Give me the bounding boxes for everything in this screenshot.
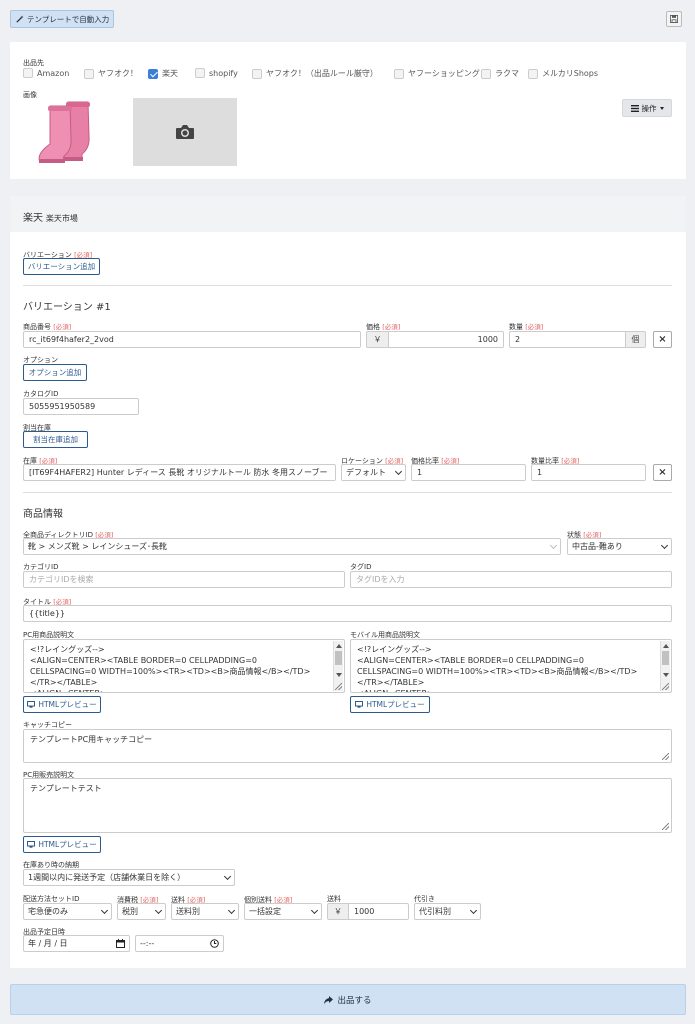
category-search-input[interactable]: カテゴリIDを検索 bbox=[23, 571, 345, 588]
product-image-boots[interactable] bbox=[28, 98, 120, 166]
shipfee-select[interactable]: 送料別 bbox=[171, 903, 239, 920]
checkbox-checked[interactable] bbox=[148, 68, 158, 79]
chevron-down-icon bbox=[154, 906, 163, 914]
title-input[interactable]: {{title}} bbox=[23, 605, 672, 622]
chevron-down-icon bbox=[100, 906, 109, 914]
currency-addon: ￥ bbox=[366, 331, 389, 348]
marketplace-shopify[interactable]: shopify bbox=[195, 68, 238, 78]
pc-desc-textarea[interactable]: <!?レイングッズ--> <ALIGN=CENTER><TABLE BORDER… bbox=[23, 639, 345, 693]
item-no-input[interactable]: rc_it69f4hafer2_2vod bbox=[23, 331, 361, 348]
chevron-down-icon bbox=[227, 906, 236, 914]
tag-input[interactable]: タグIDを入力 bbox=[350, 571, 672, 588]
boots-image bbox=[38, 101, 90, 163]
checkbox[interactable] bbox=[23, 68, 33, 78]
share-arrow-icon bbox=[324, 995, 334, 1004]
clock-icon[interactable] bbox=[210, 939, 219, 948]
marketplace-mercari-shops[interactable]: メルカリShops bbox=[528, 68, 598, 79]
calendar-icon[interactable] bbox=[116, 939, 125, 948]
submit-listing-button[interactable]: 出品する bbox=[10, 984, 686, 1015]
monitor-icon bbox=[27, 701, 36, 708]
mobile-html-preview-button[interactable]: HTMLプレビュー bbox=[350, 696, 430, 713]
qty-input[interactable]: 2 bbox=[509, 331, 626, 348]
rakuten-panel-header bbox=[10, 196, 686, 232]
resize-grip-icon[interactable] bbox=[662, 823, 669, 830]
add-alloc-stock-button[interactable]: 割当在庫追加 bbox=[23, 431, 88, 448]
add-option-button[interactable]: オプション追加 bbox=[23, 364, 87, 381]
chevron-down-icon bbox=[394, 467, 403, 475]
price-ratio-input[interactable]: 1 bbox=[411, 464, 526, 481]
monitor-icon bbox=[27, 841, 36, 848]
stock-input[interactable]: [IT69F4HAFER2] Hunter レディース 長靴 オリジナルトール … bbox=[23, 464, 336, 481]
status-select[interactable]: 中古品-難あり bbox=[567, 538, 672, 555]
close-icon: × bbox=[658, 467, 667, 478]
indiv-shipping-select[interactable]: 一括設定 bbox=[244, 903, 322, 920]
caret-down-icon bbox=[659, 106, 664, 110]
template-autofill-button[interactable]: テンプレートで自動入力 bbox=[10, 10, 114, 28]
listing-date-input[interactable]: 年 / 月 / 日 bbox=[23, 935, 130, 952]
close-icon: × bbox=[658, 334, 667, 345]
add-image-slot[interactable] bbox=[133, 98, 237, 166]
shipto-label: 出品先 bbox=[23, 59, 44, 67]
location-select[interactable]: デフォルト bbox=[341, 464, 406, 481]
checkbox[interactable] bbox=[252, 68, 262, 79]
remove-variation-button[interactable]: × bbox=[653, 331, 672, 348]
marketplace-amazon[interactable]: Amazon bbox=[23, 68, 69, 78]
marketplace-yahoo-shopping[interactable]: ヤフーショッピング bbox=[394, 68, 480, 79]
chevron-down-icon bbox=[660, 541, 669, 549]
currency-addon: ￥ bbox=[327, 903, 349, 920]
marketplace-rakuma[interactable]: ラクマ bbox=[481, 68, 519, 79]
shipset-select[interactable]: 宅急便のみ bbox=[23, 903, 112, 920]
checkbox[interactable] bbox=[528, 68, 538, 79]
tax-select[interactable]: 税別 bbox=[117, 903, 166, 920]
catalog-input[interactable]: 5055951950589 bbox=[23, 398, 139, 415]
pc-html-preview-button[interactable]: HTMLプレビュー bbox=[23, 696, 101, 713]
qty-ratio-input[interactable]: 1 bbox=[531, 464, 646, 481]
list-icon bbox=[630, 104, 639, 112]
shipcost-input[interactable]: 1000 bbox=[348, 903, 409, 920]
sales-html-preview-button[interactable]: HTMLプレビュー bbox=[23, 836, 101, 853]
marketplace-yahuoku-strict[interactable]: ヤフオク！（出品ルール厳守） bbox=[252, 68, 378, 79]
listing-time-input[interactable]: --:-- bbox=[135, 935, 224, 952]
chevron-down-icon bbox=[469, 906, 478, 914]
template-autofill-label: テンプレートで自動入力 bbox=[27, 14, 110, 24]
chevron-down-icon bbox=[310, 906, 319, 914]
rakuten-header-title: 楽天 楽天市場 bbox=[23, 213, 78, 224]
marketplace-rakuten[interactable]: 楽天 bbox=[148, 68, 178, 79]
checkbox[interactable] bbox=[481, 68, 491, 79]
resize-grip-icon[interactable] bbox=[662, 683, 669, 690]
operations-dropdown[interactable]: 操作 bbox=[622, 99, 672, 117]
resize-grip-icon[interactable] bbox=[335, 683, 342, 690]
product-info-heading: 商品情報 bbox=[23, 509, 63, 520]
qty-unit-addon: 個 bbox=[625, 331, 646, 348]
divider bbox=[23, 492, 672, 493]
resize-grip-icon[interactable] bbox=[662, 753, 669, 760]
floppy-icon bbox=[670, 15, 678, 23]
remove-stock-button[interactable]: × bbox=[653, 464, 672, 481]
mobile-desc-textarea[interactable]: <!?レイングッズ--> <ALIGN=CENTER><TABLE BORDER… bbox=[350, 639, 672, 693]
wand-icon bbox=[16, 15, 24, 23]
pc-sales-textarea[interactable]: テンプレートテスト bbox=[23, 778, 672, 833]
variation-heading: バリエーション #1 bbox=[23, 302, 111, 313]
delivery-select[interactable]: 1週間以内に発送予定（店舗休業日を除く） bbox=[23, 869, 235, 886]
checkbox[interactable] bbox=[394, 68, 404, 79]
monitor-icon bbox=[355, 701, 364, 708]
camera-icon bbox=[176, 125, 194, 139]
price-input[interactable]: 1000 bbox=[388, 331, 504, 348]
checkbox[interactable] bbox=[84, 68, 94, 79]
save-button[interactable] bbox=[666, 11, 682, 27]
cod-select[interactable]: 代引料別 bbox=[414, 903, 481, 920]
chevron-down-icon bbox=[223, 872, 232, 880]
marketplace-yahuoku[interactable]: ヤフオク！ bbox=[84, 68, 138, 79]
divider bbox=[23, 285, 672, 286]
checkbox[interactable] bbox=[195, 68, 205, 78]
chevron-down-icon bbox=[549, 541, 558, 549]
add-variation-button[interactable]: バリエーション追加 bbox=[23, 258, 100, 275]
directory-select[interactable]: 靴 > メンズ靴 > レインシューズ･長靴 bbox=[23, 538, 561, 555]
catch-copy-textarea[interactable]: テンプレートPC用キャッチコピー bbox=[23, 729, 672, 763]
